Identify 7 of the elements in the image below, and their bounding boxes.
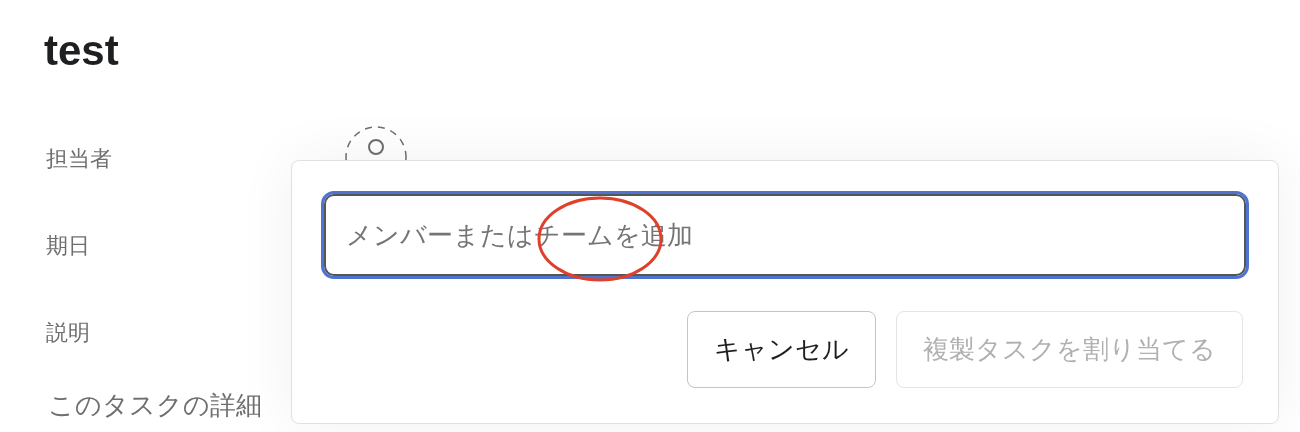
cancel-button[interactable]: キャンセル <box>687 311 876 388</box>
field-label: 説明 <box>46 319 90 347</box>
task-title: test <box>44 26 119 76</box>
field-label: 期日 <box>46 232 90 260</box>
field-label: 担当者 <box>46 145 112 173</box>
avatar-placeholder-icon[interactable] <box>344 125 408 160</box>
description-field[interactable]: このタスクの詳細 <box>48 386 262 425</box>
